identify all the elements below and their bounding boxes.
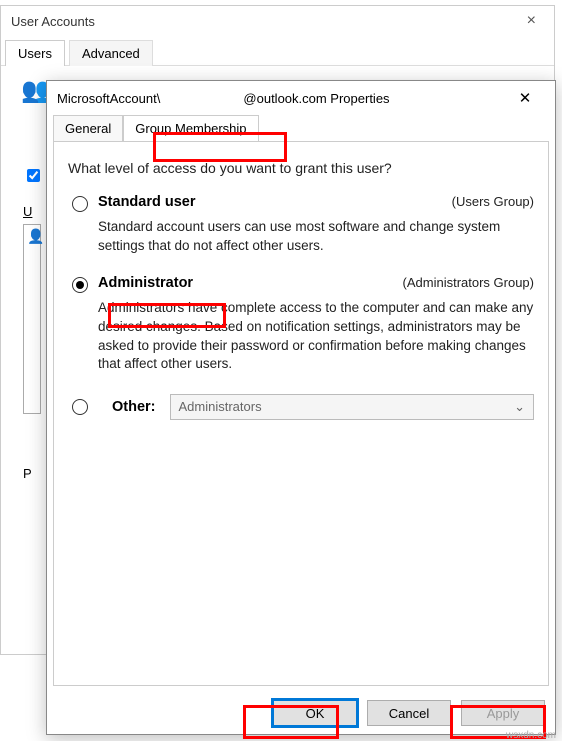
standard-group: (Users Group) xyxy=(452,194,534,209)
ok-button[interactable]: OK xyxy=(273,700,357,726)
bg-checkbox-row[interactable] xyxy=(23,166,43,185)
admin-group: (Administrators Group) xyxy=(403,275,534,290)
fg-panel: What level of access do you want to gran… xyxy=(53,141,549,686)
fg-titlebar: MicrosoftAccount\ @outlook.com Propertie… xyxy=(47,81,555,115)
fg-tabstrip: General Group Membership xyxy=(47,115,555,141)
option-administrator[interactable]: Administrator (Administrators Group) xyxy=(68,275,534,293)
apply-button[interactable]: Apply xyxy=(461,700,545,726)
radio-standard[interactable] xyxy=(72,196,88,212)
chevron-down-icon: ⌄ xyxy=(514,399,525,415)
bg-tabstrip: Users Advanced xyxy=(1,40,554,66)
properties-dialog: MicrosoftAccount\ @outlook.com Propertie… xyxy=(46,80,556,735)
bg-checkbox[interactable] xyxy=(27,169,40,182)
other-combo-value: Administrators xyxy=(179,399,262,414)
radio-other[interactable] xyxy=(72,399,88,415)
bg-p-label: P xyxy=(23,466,32,481)
tab-advanced[interactable]: Advanced xyxy=(69,40,153,66)
dialog-buttons: OK Cancel Apply xyxy=(47,692,555,734)
radio-administrator[interactable] xyxy=(72,277,88,293)
bg-listbox[interactable]: 👤 xyxy=(23,224,41,414)
tab-group-membership[interactable]: Group Membership xyxy=(123,115,258,142)
option-other[interactable]: Other: Administrators ⌄ xyxy=(68,394,534,420)
standard-desc: Standard account users can use most soft… xyxy=(98,218,534,255)
close-icon[interactable]: × xyxy=(519,12,544,30)
watermark: wsxdn.com xyxy=(506,730,556,741)
other-combo[interactable]: Administrators ⌄ xyxy=(170,394,535,420)
bg-title-text: User Accounts xyxy=(11,14,95,29)
bg-titlebar: User Accounts × xyxy=(1,6,554,36)
tab-general[interactable]: General xyxy=(53,115,123,142)
title-suffix: @outlook.com Properties xyxy=(243,91,389,106)
option-standard[interactable]: Standard user (Users Group) xyxy=(68,194,534,212)
person-icon: 👤 xyxy=(27,228,37,245)
admin-title: Administrator xyxy=(98,275,193,291)
standard-title: Standard user xyxy=(98,194,196,210)
title-prefix: MicrosoftAccount\ xyxy=(57,91,160,106)
fg-title-text: MicrosoftAccount\ @outlook.com Propertie… xyxy=(57,91,505,106)
admin-desc: Administrators have complete access to t… xyxy=(98,299,534,374)
other-title: Other: xyxy=(112,399,156,415)
question-text: What level of access do you want to gran… xyxy=(68,160,534,176)
cancel-button[interactable]: Cancel xyxy=(367,700,451,726)
close-icon[interactable]: ✕ xyxy=(505,89,545,107)
tab-users[interactable]: Users xyxy=(5,40,65,66)
bg-u-label: U xyxy=(23,204,32,219)
